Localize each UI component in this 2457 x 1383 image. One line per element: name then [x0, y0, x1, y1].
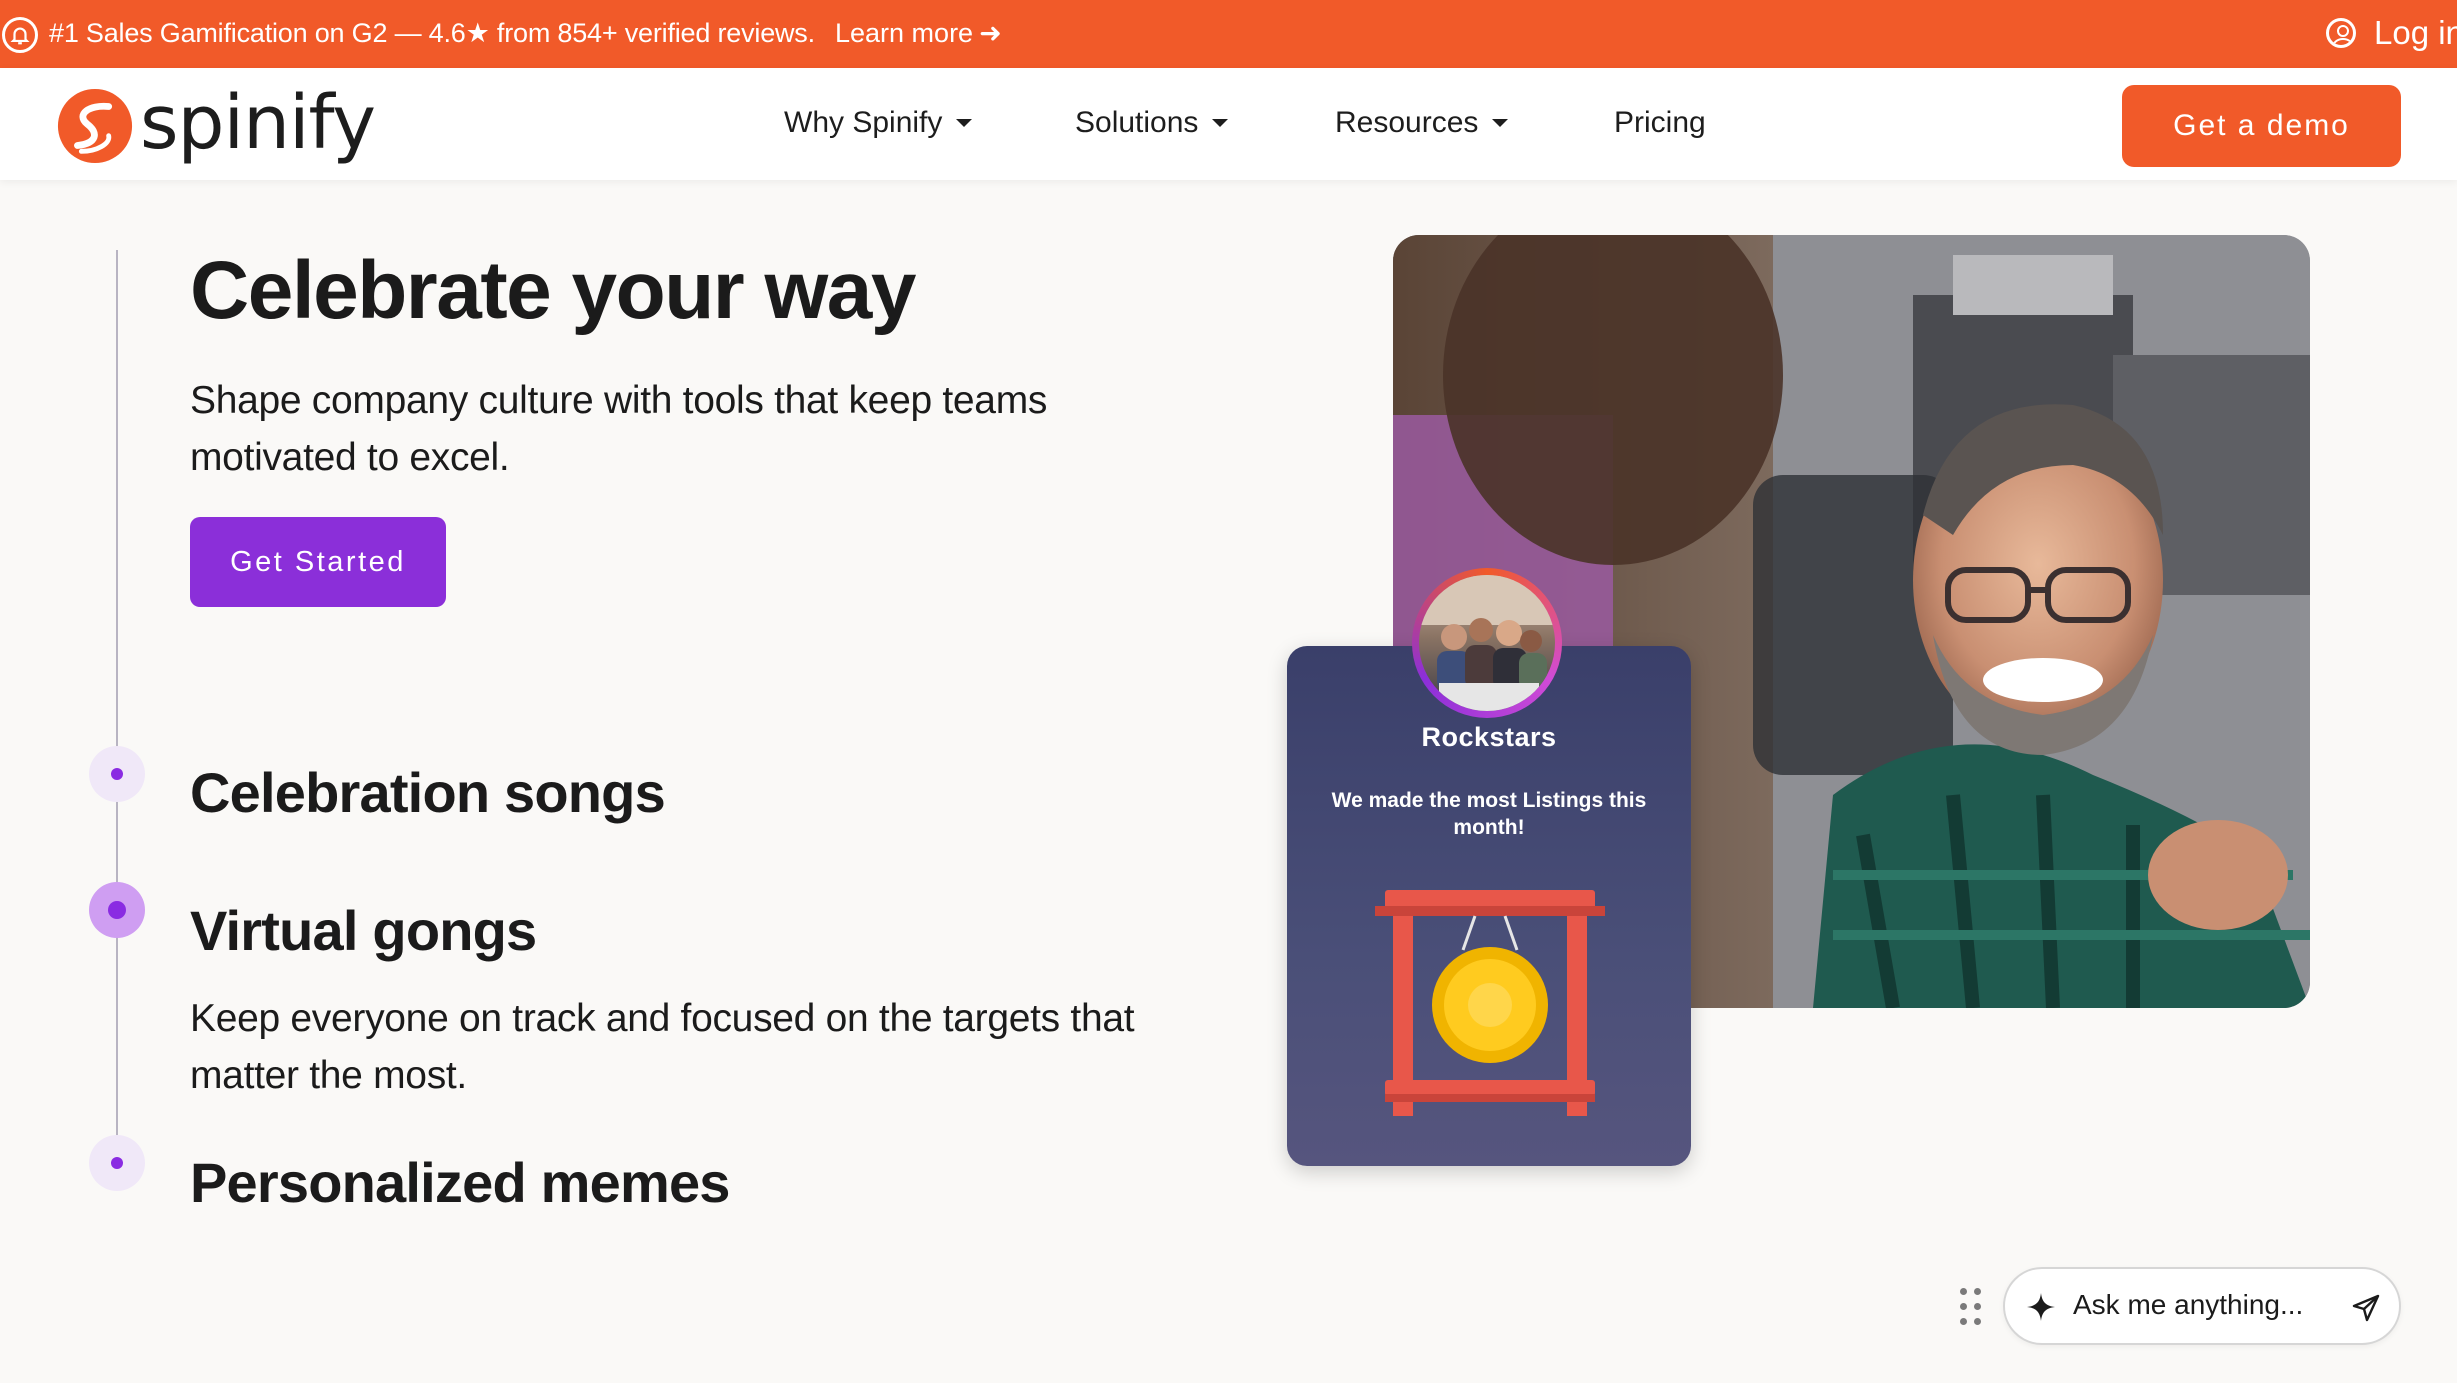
- caret-down-icon: [1212, 119, 1229, 127]
- nav-item-label: Resources: [1335, 106, 1479, 139]
- announcement-bar: #1 Sales Gamification on G2 — 4.6★ from …: [0, 0, 2457, 68]
- get-demo-button[interactable]: Get a demo: [2122, 85, 2401, 167]
- gong-icon: [1375, 890, 1605, 1116]
- arrow-right-icon: ➜: [979, 18, 1002, 48]
- spinify-logo[interactable]: spinify: [56, 80, 376, 166]
- get-started-button[interactable]: Get Started: [190, 517, 446, 607]
- feature-virtual-gongs[interactable]: Virtual gongs: [190, 898, 537, 963]
- feature-celebration-songs[interactable]: Celebration songs: [190, 760, 666, 825]
- login-label: Log in: [2374, 14, 2457, 51]
- bell-icon: [2, 17, 38, 53]
- nav-item-label: Why Spinify: [784, 106, 943, 139]
- nav-solutions[interactable]: Solutions: [1075, 106, 1229, 140]
- timeline-dot-virtual-gongs[interactable]: [89, 882, 145, 938]
- feature-description: Keep everyone on track and focused on th…: [190, 997, 1135, 1097]
- caret-down-icon: [1492, 119, 1509, 127]
- chat-input[interactable]: Ask me anything...: [2073, 1289, 2303, 1321]
- sparkle-icon: [2027, 1293, 2055, 1321]
- caret-down-icon: [956, 119, 973, 127]
- learn-more-link[interactable]: Learn more ➜: [835, 18, 1002, 49]
- team-message: We made the most Listings this month!: [1331, 789, 1647, 839]
- hero-subtitle: Shape company culture with tools that ke…: [190, 379, 1048, 479]
- send-icon[interactable]: [2351, 1293, 2381, 1323]
- spinify-logo-icon: [57, 88, 133, 164]
- team-photo: [1419, 575, 1555, 711]
- drag-handle-icon[interactable]: [1960, 1288, 1982, 1328]
- nav-item-label: Pricing: [1614, 106, 1706, 139]
- nav-resources[interactable]: Resources: [1335, 106, 1509, 140]
- user-icon: [2326, 18, 2356, 48]
- nav-why-spinify[interactable]: Why Spinify: [784, 106, 973, 140]
- team-name: Rockstars: [1421, 722, 1557, 752]
- timeline-line: [116, 250, 118, 1190]
- main-nav: spinify Why Spinify Solutions Resources …: [0, 68, 2457, 180]
- nav-item-label: Solutions: [1075, 106, 1199, 139]
- announcement-message: #1 Sales Gamification on G2 — 4.6★ from …: [49, 18, 815, 48]
- page-title: Celebrate your way: [190, 245, 916, 336]
- login-link[interactable]: Log in: [2326, 13, 2457, 53]
- nav-pricing[interactable]: Pricing: [1614, 106, 1706, 140]
- feature-personalized-memes[interactable]: Personalized memes: [190, 1150, 730, 1215]
- chat-widget[interactable]: Ask me anything...: [2003, 1267, 2401, 1345]
- logo-wordmark: spinify: [140, 80, 376, 166]
- timeline-dot-personalized-memes[interactable]: [89, 1135, 145, 1191]
- learn-more-label: Learn more: [835, 18, 974, 48]
- timeline-dot-celebration-songs[interactable]: [89, 746, 145, 802]
- team-avatar: [1412, 568, 1562, 718]
